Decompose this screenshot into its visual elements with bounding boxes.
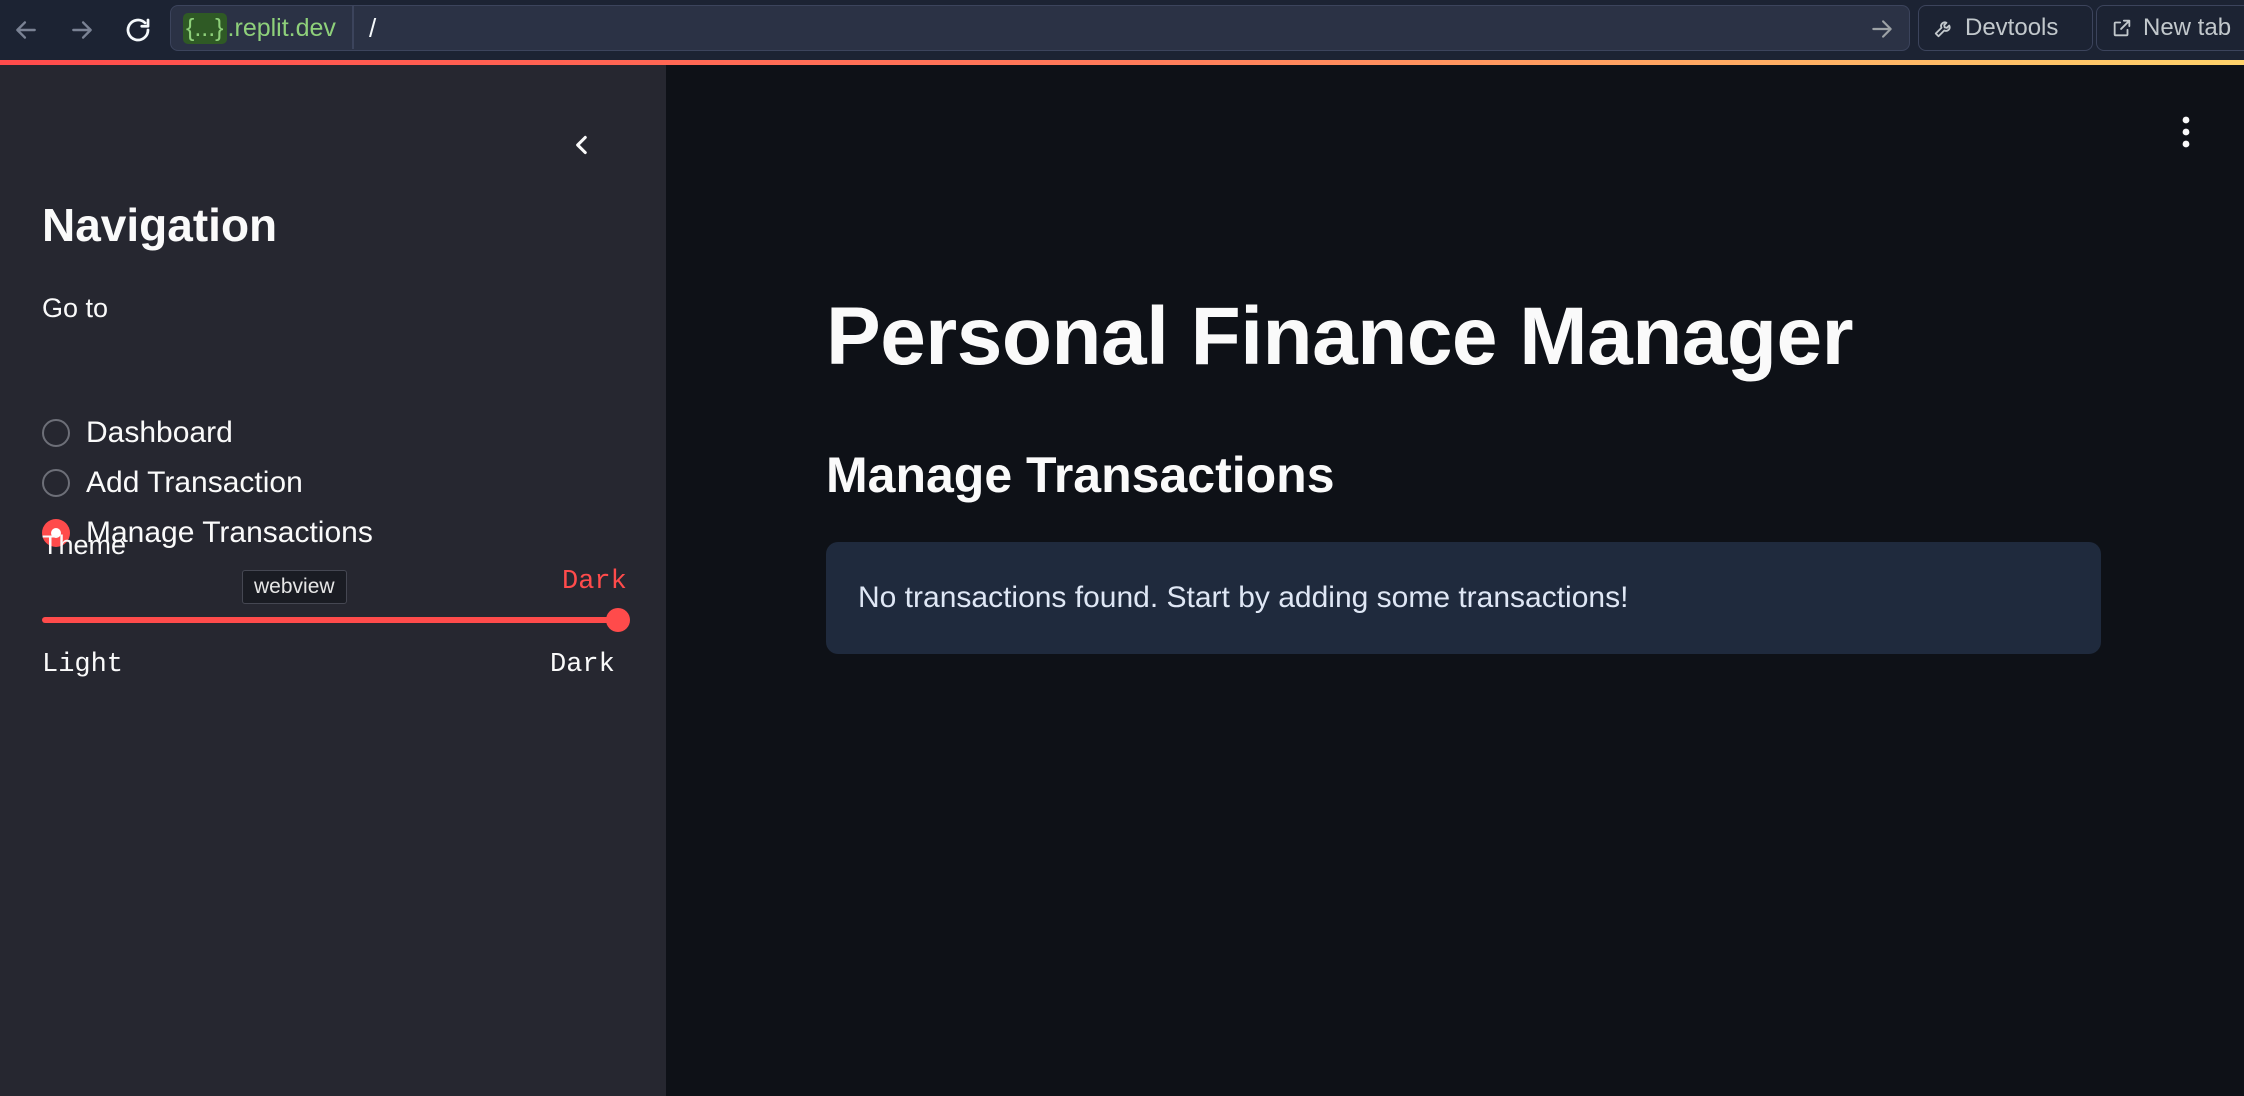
kebab-menu-icon[interactable]: [2166, 112, 2206, 152]
back-arrow-icon[interactable]: [6, 10, 46, 50]
radio-option-label: Manage Transactions: [86, 516, 373, 549]
theme-slider-value: Dark: [562, 567, 627, 597]
domain-label: {...} .replit.dev: [177, 12, 342, 44]
reload-icon[interactable]: [118, 10, 158, 50]
wrench-icon: [1934, 21, 1951, 38]
tooltip: webview: [242, 570, 347, 604]
url-bar[interactable]: {...} .replit.dev /: [170, 5, 1910, 51]
radio-option-dashboard[interactable]: Dashboard: [42, 413, 233, 453]
browser-toolbar: {...} .replit.dev / Devtools New tab: [0, 0, 2244, 60]
url-divider: [352, 6, 354, 49]
url-path[interactable]: /: [369, 13, 376, 44]
domain-braces: {...}: [183, 12, 227, 44]
radio-button[interactable]: [42, 419, 70, 447]
radio-button[interactable]: [42, 469, 70, 497]
radio-option-label: Dashboard: [86, 416, 233, 449]
radio-option-label: Add Transaction: [86, 466, 303, 499]
radio-group-label: Go to: [42, 293, 109, 323]
devtools-button[interactable]: Devtools: [1918, 5, 2093, 51]
info-alert: No transactions found. Start by adding s…: [826, 542, 2101, 654]
go-arrow-icon[interactable]: [1869, 16, 1895, 47]
theme-slider-thumb[interactable]: [606, 608, 630, 632]
forward-arrow-icon[interactable]: [62, 10, 102, 50]
page-title: Personal Finance Manager: [826, 291, 1854, 382]
section-title: Manage Transactions: [826, 447, 1335, 503]
info-alert-message: No transactions found. Start by adding s…: [858, 581, 1629, 614]
theme-slider-min-label: Light: [42, 650, 124, 680]
domain-suffix: .replit.dev: [227, 13, 336, 42]
radio-option-add-transaction[interactable]: Add Transaction: [42, 463, 303, 503]
new-tab-button[interactable]: New tab: [2096, 5, 2244, 51]
theme-slider-track[interactable]: [42, 617, 618, 623]
devtools-label: Devtools: [1965, 14, 2059, 41]
new-tab-label: New tab: [2143, 14, 2232, 41]
theme-slider-max-label: Dark: [550, 650, 615, 680]
collapse-sidebar-icon[interactable]: [562, 125, 602, 165]
external-link-icon: [2113, 19, 2131, 37]
sidebar-title: Navigation: [42, 199, 278, 251]
theme-slider-label: Theme: [42, 530, 127, 560]
